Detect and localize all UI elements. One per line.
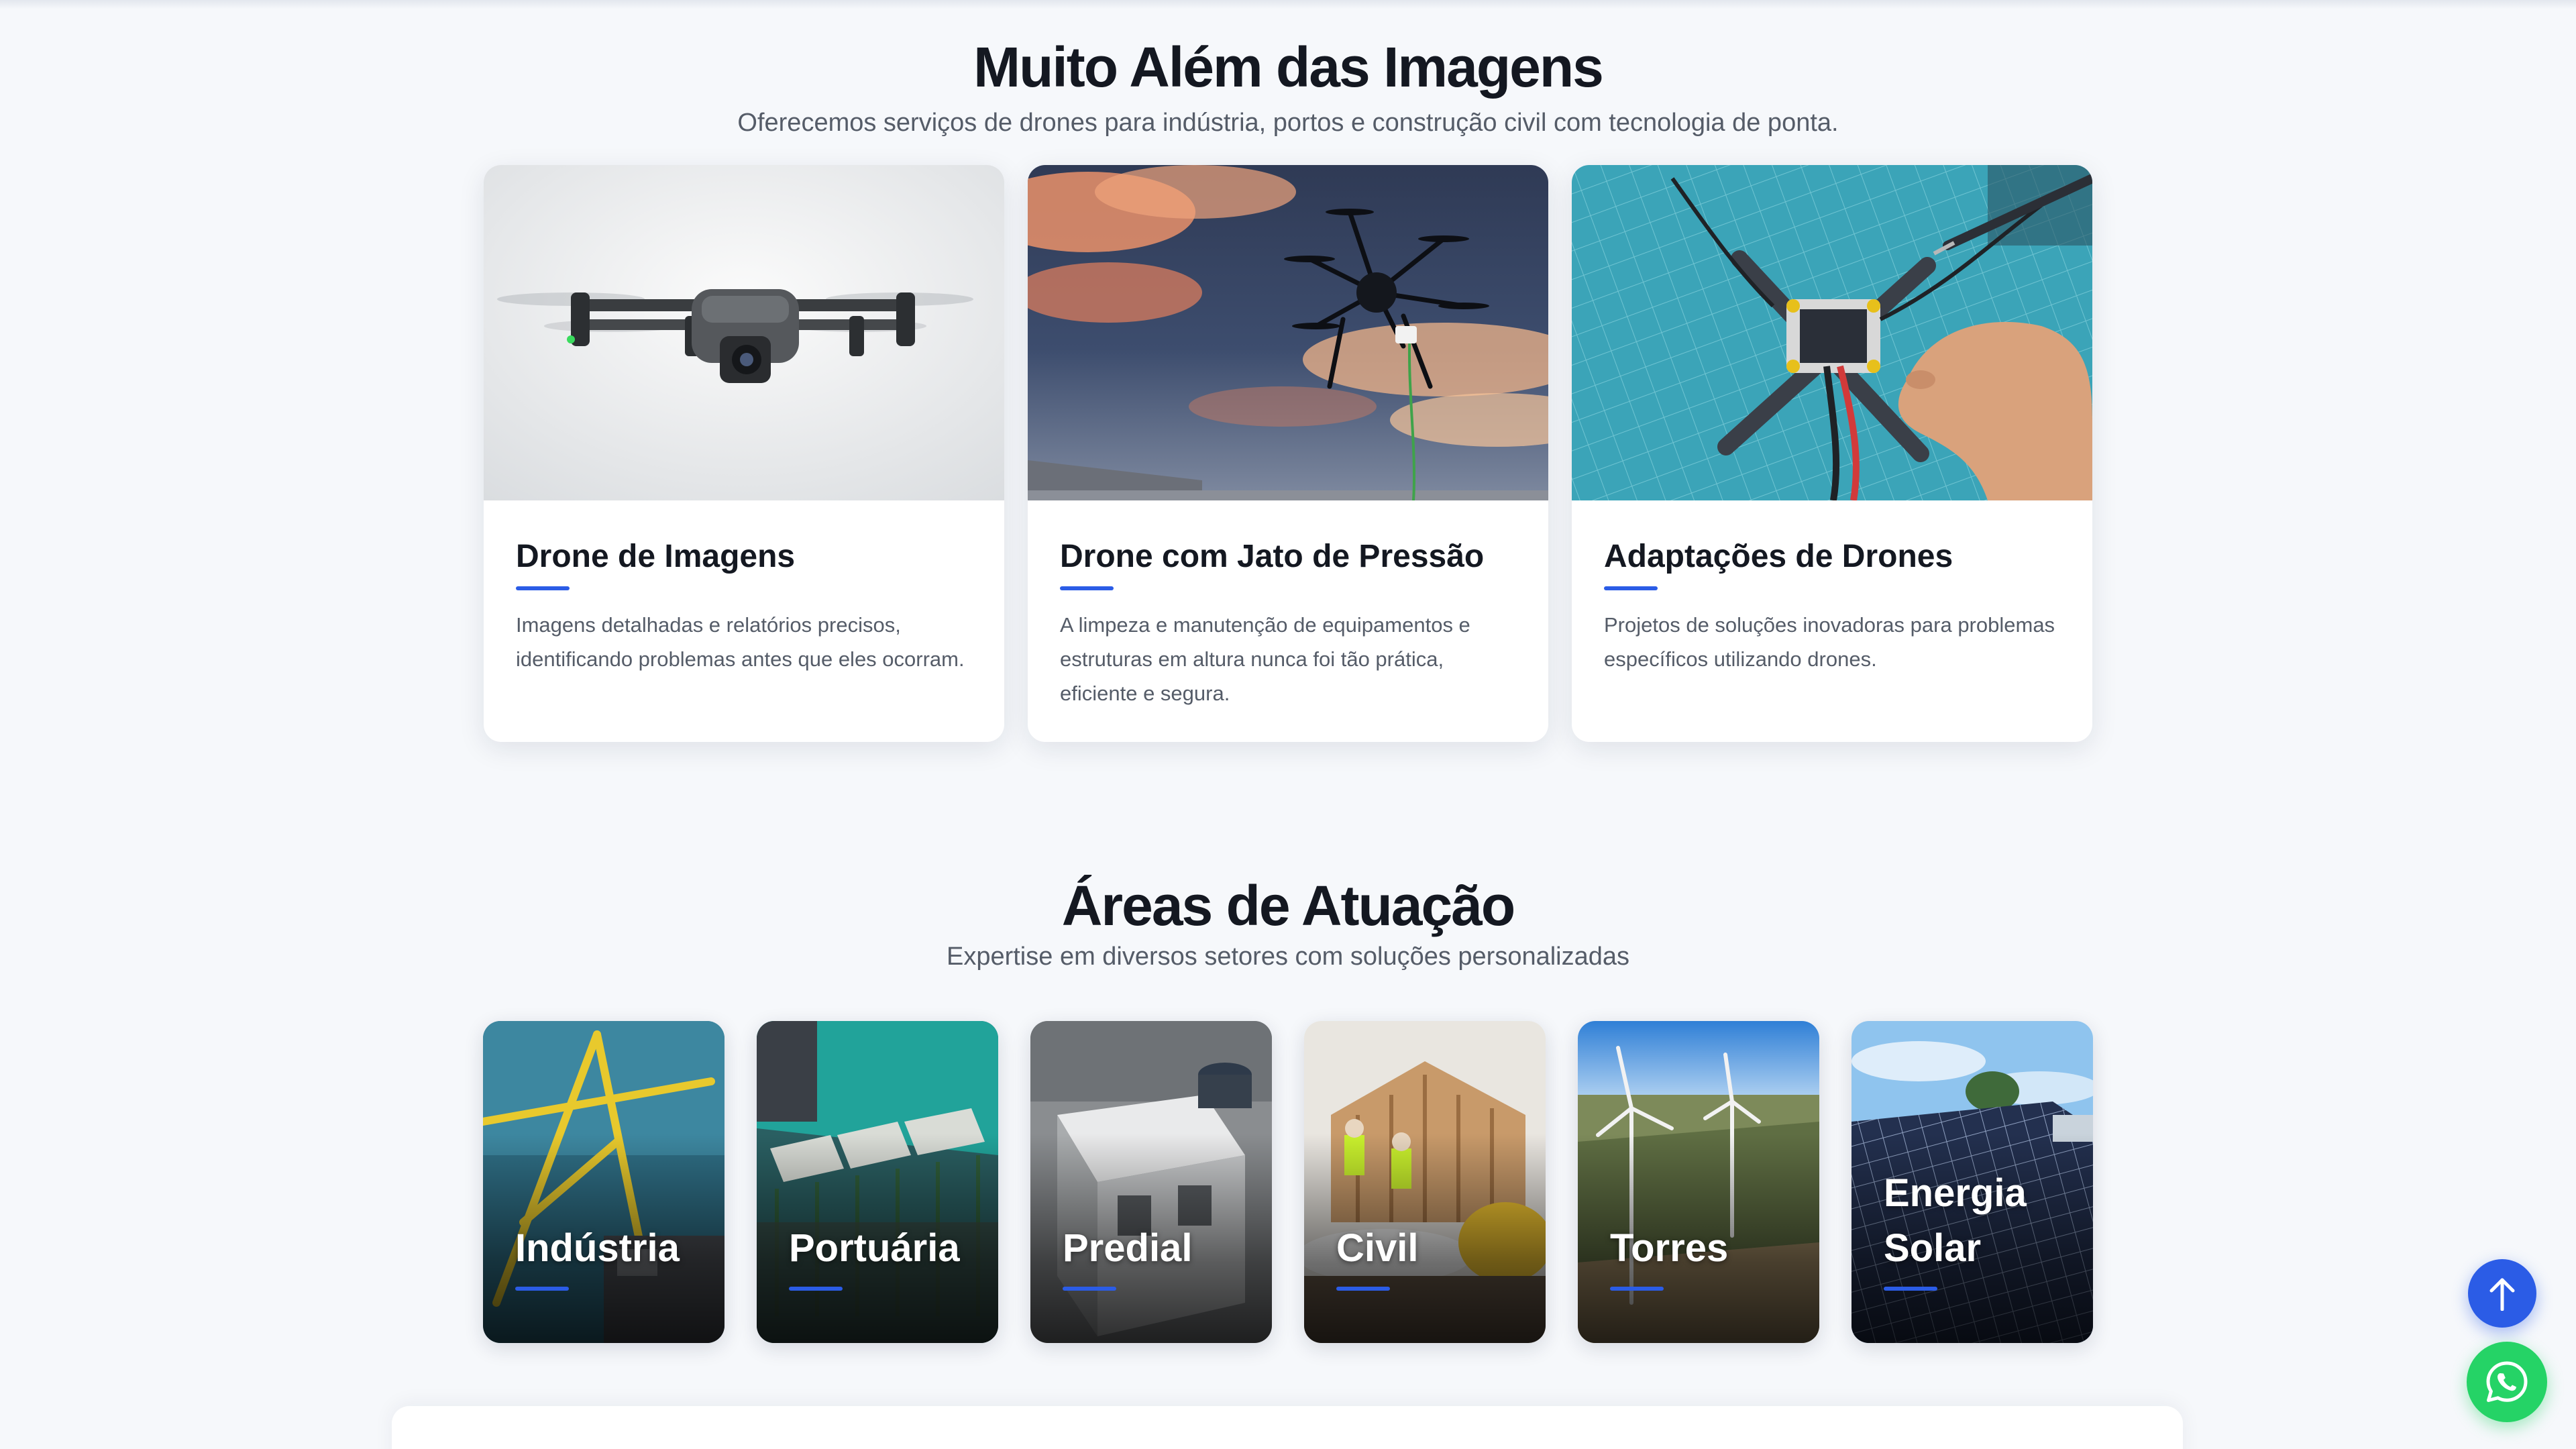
service-description: A limpeza e manutenção de equipamentos e… <box>1060 613 1470 705</box>
service-description: Imagens detalhadas e relatórios precisos… <box>516 613 965 671</box>
services-title: Muito Além das Imagens <box>973 36 1604 99</box>
service-card-jato-pressao[interactable]: Drone com Jato de Pressão A limpeza e ma… <box>1028 165 1548 742</box>
card-overlay <box>1030 1021 1272 1343</box>
area-card-industria[interactable]: Indústria <box>483 1021 724 1343</box>
label-underline <box>1610 1287 1664 1291</box>
card-overlay <box>1578 1021 1819 1343</box>
services-subtitle: Oferecemos serviços de drones para indús… <box>737 109 1839 137</box>
page: Muito Além das Imagens Oferecemos serviç… <box>0 0 2576 1449</box>
quadcopter-photo <box>484 165 1004 500</box>
service-card-adaptacoes[interactable]: Adaptações de Drones Projetos de soluçõe… <box>1572 165 2092 742</box>
area-card-energia-solar[interactable]: Energia Solar <box>1851 1021 2093 1343</box>
areas-title: Áreas de Atuação <box>1061 874 1516 937</box>
label-underline <box>789 1287 843 1291</box>
title-underline <box>516 586 570 590</box>
area-label: Predial <box>1063 1226 1193 1270</box>
area-card-portuaria[interactable]: Portuária <box>757 1021 998 1343</box>
service-description: Projetos de soluções inovadoras para pro… <box>1604 613 2055 671</box>
arrow-up-icon <box>2489 1278 2515 1311</box>
area-card-torres[interactable]: Torres <box>1578 1021 1819 1343</box>
service-title: Drone com Jato de Pressão <box>1060 539 1485 574</box>
area-card-civil[interactable]: Civil <box>1304 1021 1546 1343</box>
area-label: Torres <box>1610 1226 1729 1270</box>
area-label: Energia Solar <box>1884 1171 2027 1270</box>
area-card-predial[interactable]: Predial <box>1030 1021 1272 1343</box>
scroll-to-top-button[interactable] <box>2468 1259 2536 1328</box>
label-underline <box>1884 1287 1937 1291</box>
card-overlay <box>483 1021 724 1343</box>
label-underline <box>1336 1287 1390 1291</box>
header-shadow <box>0 0 2576 9</box>
title-underline <box>1604 586 1658 590</box>
label-underline <box>515 1287 569 1291</box>
area-label: Indústria <box>515 1226 680 1270</box>
whatsapp-icon <box>2486 1361 2528 1402</box>
card-overlay <box>1304 1021 1546 1343</box>
card-overlay <box>757 1021 998 1343</box>
title-underline <box>1060 586 1114 590</box>
service-title: Adaptações de Drones <box>1604 539 1953 574</box>
area-label: Civil <box>1336 1226 1419 1270</box>
label-underline <box>1063 1287 1116 1291</box>
drone-assembly-photo <box>1572 165 2092 500</box>
service-title: Drone de Imagens <box>516 539 796 574</box>
area-label: Portuária <box>789 1226 960 1270</box>
hexacopter-sunset-photo <box>1028 165 1548 500</box>
areas-subtitle: Expertise em diversos setores com soluçõ… <box>946 943 1630 971</box>
service-card-drone-imagens[interactable]: Drone de Imagens Imagens detalhadas e re… <box>484 165 1004 742</box>
whatsapp-button[interactable] <box>2467 1342 2547 1422</box>
next-section-panel <box>392 1406 2183 1449</box>
